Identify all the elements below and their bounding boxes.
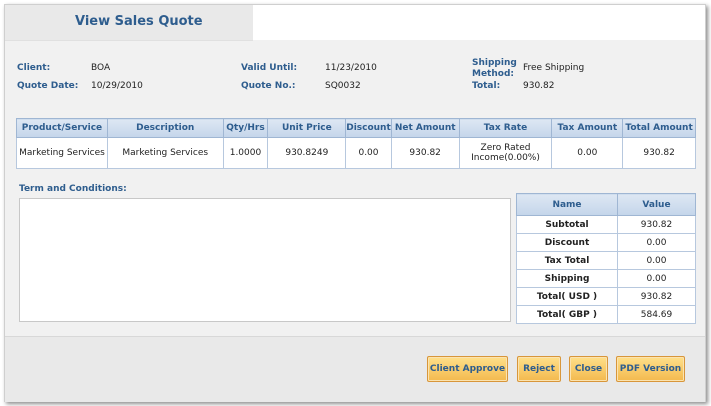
quote-date-label: Quote Date: (17, 81, 79, 91)
total-info: Total: (472, 81, 500, 92)
summary-value: 584.69 (617, 305, 696, 324)
header-blank (253, 5, 705, 40)
column-header-tax-rate: Tax Rate (458, 118, 553, 138)
column-header-qty: Qty/Hrs (222, 118, 269, 138)
cell-product: Marketing Services (16, 137, 108, 169)
client-approve-button[interactable]: Client Approve (427, 356, 508, 382)
summary-name: Subtotal (516, 215, 618, 234)
client-label: Client: (17, 63, 51, 73)
close-button[interactable]: Close (569, 356, 608, 382)
terms-label: Term and Conditions: (19, 184, 127, 194)
cell-discount: 0.00 (345, 137, 392, 169)
summary-row-total-usd: Total( USD ) 930.82 (516, 287, 696, 306)
items-table: Product/Service Description Qty/Hrs Unit… (16, 118, 696, 169)
cell-qty: 1.0000 (222, 137, 269, 169)
summary-row-subtotal: Subtotal 930.82 (516, 215, 696, 234)
cell-unit-price: 930.8249 (267, 137, 347, 169)
summary-name: Tax Total (516, 251, 618, 270)
summary-name: Total( GBP ) (516, 305, 618, 324)
summary-header-name: Name (516, 193, 618, 216)
quote-no-label: Quote No.: (241, 81, 296, 91)
column-header-total-amount: Total Amount (622, 118, 696, 138)
cell-tax-rate: Zero Rated Income(0.00%) (458, 137, 553, 169)
summary-name: Total( USD ) (516, 287, 618, 306)
shipping-method-info: Shipping Method: (472, 58, 517, 80)
quote-no-value: SQ0032 (325, 81, 361, 91)
summary-row-discount: Discount 0.00 (516, 233, 696, 252)
quote-date-value: 10/29/2010 (91, 81, 143, 91)
summary-value: 0.00 (617, 251, 696, 270)
summary-value: 0.00 (617, 233, 696, 252)
shipping-method-value: Free Shipping (523, 63, 585, 73)
valid-until-value-wrap: 11/23/2010 (325, 63, 377, 74)
quote-date-value-wrap: 10/29/2010 (91, 81, 143, 92)
valid-until-info: Valid Until: (241, 63, 297, 74)
cell-tax-amount: 0.00 (551, 137, 624, 169)
total-value-wrap: 930.82 (523, 81, 555, 92)
table-row: Marketing Services Marketing Services 1.… (16, 137, 696, 169)
column-header-product: Product/Service (16, 118, 108, 138)
column-header-net-amount: Net Amount (390, 118, 460, 138)
column-header-description: Description (106, 118, 224, 138)
summary-value: 930.82 (617, 215, 696, 234)
quote-no-info: Quote No.: (241, 81, 296, 92)
valid-until-label: Valid Until: (241, 63, 298, 73)
cell-total-amount: 930.82 (622, 137, 696, 169)
quote-no-value-wrap: SQ0032 (325, 81, 361, 92)
total-label: Total: (472, 81, 501, 91)
reject-button[interactable]: Reject (517, 356, 561, 382)
client-info: Client: (17, 63, 50, 74)
shipping-method-label: Shipping Method: (472, 58, 517, 79)
summary-row-tax-total: Tax Total 0.00 (516, 251, 696, 270)
cell-net-amount: 930.82 (390, 137, 460, 169)
column-header-discount: Discount (345, 118, 392, 138)
view-tab: View Sales Quote (5, 5, 253, 41)
summary-value: 0.00 (617, 269, 696, 288)
sales-quote-window: View Sales Quote Client: BOA Quote Date:… (4, 4, 706, 402)
summary-value: 930.82 (617, 287, 696, 306)
summary-name: Shipping (516, 269, 618, 288)
shipping-method-value-wrap: Free Shipping (523, 63, 584, 74)
summary-header-row: Name Value (516, 193, 696, 216)
summary-table: Name Value Subtotal 930.82 Discount 0.00… (516, 193, 696, 324)
items-header-row: Product/Service Description Qty/Hrs Unit… (16, 118, 696, 138)
summary-header-value: Value (617, 193, 696, 216)
summary-name: Discount (516, 233, 618, 252)
pdf-version-button[interactable]: PDF Version (616, 356, 685, 382)
client-value: BOA (91, 63, 111, 73)
cell-description: Marketing Services (106, 137, 224, 169)
summary-row-shipping: Shipping 0.00 (516, 269, 696, 288)
column-header-tax-amount: Tax Amount (551, 118, 624, 138)
terms-textarea[interactable] (19, 198, 511, 322)
summary-row-total-gbp: Total( GBP ) 584.69 (516, 305, 696, 324)
page-title: View Sales Quote (75, 14, 203, 29)
total-value: 930.82 (523, 81, 555, 91)
client-value-wrap: BOA (91, 63, 110, 74)
column-header-unit-price: Unit Price (267, 118, 347, 138)
valid-until-value: 11/23/2010 (325, 63, 377, 73)
quote-date-info: Quote Date: (17, 81, 78, 92)
